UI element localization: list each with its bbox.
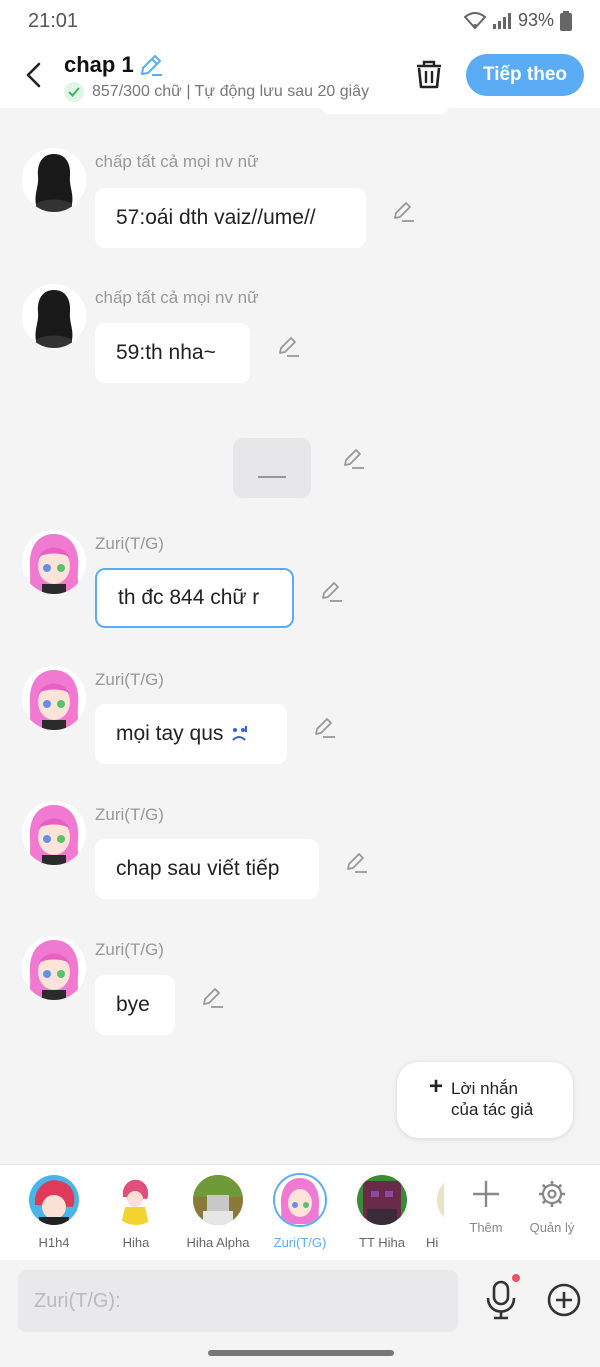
edit-message-button[interactable] [313,716,337,740]
manage-label: Quản lý [529,1220,575,1235]
gear-icon [539,1181,565,1207]
plus-icon [473,1181,499,1207]
voice-button[interactable] [484,1274,520,1322]
editor-header: chap 1 857/300 chữ | Tự động lưu sau 20 … [0,44,600,108]
add-label: Thêm [469,1220,503,1235]
edit-message-button[interactable] [392,200,416,224]
message-text: th đc 844 chữ r [118,586,260,609]
pencil-icon [322,582,342,602]
delete-button[interactable] [414,58,446,92]
battery-icon [560,10,572,31]
avatar [193,1175,243,1225]
plus-icon: + [429,1073,444,1100]
message-input[interactable] [18,1270,458,1332]
word-count-status: 857/300 chữ | Tự động lưu sau 20 giây [64,81,390,103]
input-bar [0,1260,600,1342]
avatar[interactable] [22,801,86,865]
microphone-icon [486,1280,516,1320]
edit-title-button[interactable] [138,52,164,78]
chevron-left-icon [26,62,41,88]
avatar[interactable] [22,284,86,348]
pencil-icon [344,449,364,469]
message-bubble[interactable]: 59:th nha~ [95,323,250,383]
wifi-icon [463,11,486,29]
edit-narration-button[interactable] [342,447,366,471]
message-author: Zuri(T/G) [95,805,164,824]
pencil-icon [315,718,335,738]
status-bar: 21:01 93% [0,0,600,44]
trash-icon [417,60,441,89]
message-text: chap sau viết tiếp [116,857,280,880]
plus-circle-icon [547,1283,581,1317]
manage-characters-button[interactable]: Quản lý [522,1179,582,1235]
message-author: Zuri(T/G) [95,534,164,553]
home-indicator [0,1342,600,1367]
pencil-icon [279,337,299,357]
message-bubble[interactable]: bye [95,975,175,1035]
back-button[interactable] [18,58,48,92]
narration-bubble[interactable] [233,438,311,498]
message-bubble[interactable]: chap sau viết tiếp [95,839,319,899]
character-hiha-alpha[interactable]: Hiha Alpha [178,1175,258,1255]
chapter-title[interactable]: chap 1 [64,52,134,78]
check-icon [64,82,84,102]
avatar [437,1175,444,1225]
add-content-button[interactable] [546,1282,582,1318]
edit-message-button[interactable] [320,580,344,604]
status-time: 21:01 [28,10,79,32]
author-note-label: Lời nhắn của tác giả [451,1079,534,1119]
word-count-text: 857/300 chữ | Tự động lưu sau 20 giây [92,83,370,100]
avatar[interactable] [22,666,86,730]
message-author: chấp tất cả mọi nv nữ [95,152,259,171]
avatar[interactable] [22,530,86,594]
avatar[interactable] [22,148,86,212]
avatar [29,1175,79,1225]
message-bubble-partial[interactable] [320,108,450,114]
character-partial[interactable]: Hi [398,1175,444,1255]
message-bubble[interactable]: 57:oái dth vaiz//ume// [95,188,366,248]
sad-emoji-icon [229,724,249,744]
character-bar: H1h4 Hiha Hiha Alpha Zuri(T/G) TT Hiha H… [0,1164,600,1260]
avatar[interactable] [22,936,86,1000]
message-author: Zuri(T/G) [95,670,164,689]
pencil-icon [141,55,162,76]
message-text: mọi tay qus [116,722,224,745]
character-zuri[interactable]: Zuri(T/G) [260,1175,340,1255]
character-h1h4[interactable]: H1h4 [14,1175,94,1255]
edit-message-button[interactable] [201,986,225,1010]
narration-placeholder [258,476,286,478]
character-name: H1h4 [38,1235,70,1250]
character-name: Hiha Alpha [186,1235,250,1250]
pencil-icon [347,853,367,873]
message-text: 59:th nha~ [116,341,216,364]
signal-icon [492,12,511,29]
author-note-button[interactable]: + Lời nhắn của tác giả [397,1062,573,1138]
message-bubble-selected[interactable]: th đc 844 chữ r [95,568,294,628]
next-button[interactable]: Tiếp theo [466,54,584,96]
add-character-button[interactable]: Thêm [456,1179,516,1235]
battery-percent: 93% [517,10,554,30]
chat-area[interactable]: chấp tất cả mọi nv nữ 57:oái dth vaiz//u… [0,108,600,1164]
edit-message-button[interactable] [277,335,301,359]
message-text: bye [116,993,150,1016]
message-bubble[interactable]: mọi tay qus [95,704,287,764]
character-name: Hi [426,1235,439,1250]
character-hiha[interactable]: Hiha [96,1175,176,1255]
avatar [111,1175,161,1225]
pencil-icon [203,988,223,1008]
character-name: Hiha [122,1235,150,1250]
character-name: Zuri(T/G) [273,1235,327,1250]
status-icons: 93% [463,10,572,31]
message-text: 57:oái dth vaiz//ume// [116,206,316,229]
home-bar[interactable] [208,1350,394,1356]
edit-message-button[interactable] [345,851,369,875]
notification-dot [512,1274,520,1282]
message-author: Zuri(T/G) [95,940,164,959]
avatar [275,1175,325,1225]
pencil-icon [394,202,414,222]
message-author: chấp tất cả mọi nv nữ [95,288,259,307]
